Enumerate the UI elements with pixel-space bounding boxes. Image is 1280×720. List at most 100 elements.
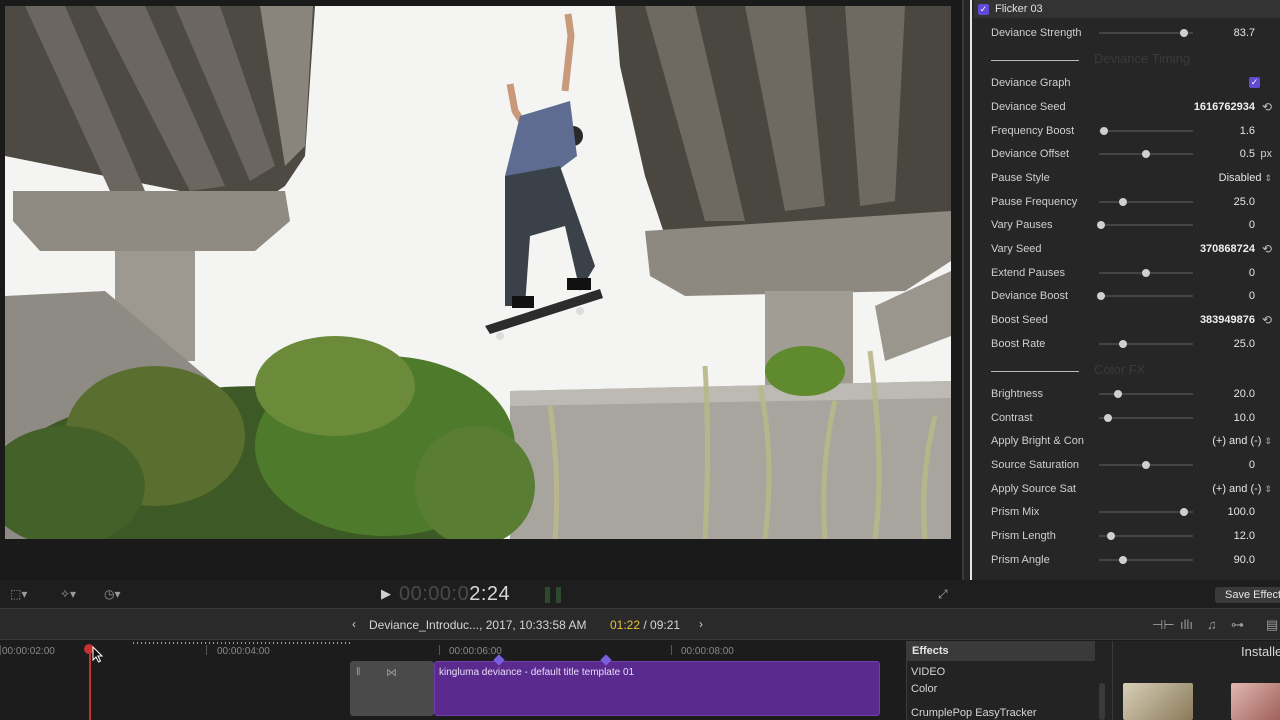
param-value[interactable]: 25.0	[1234, 338, 1255, 350]
effects-category-video[interactable]: VIDEO	[911, 666, 945, 678]
param-value[interactable]: 0	[1249, 219, 1255, 231]
param-extend-pauses[interactable]: Extend Pauses 0	[991, 264, 1280, 282]
param-popup[interactable]: Disabled ⇕	[1219, 172, 1272, 184]
param-prism-angle[interactable]: Prism Angle 90.0	[991, 551, 1280, 569]
param-source-saturation[interactable]: Source Saturation 0	[991, 456, 1280, 474]
reset-icon[interactable]: ⟲	[1262, 242, 1272, 256]
param-slider[interactable]	[1099, 127, 1193, 135]
param-slider[interactable]	[1099, 269, 1193, 277]
slider-knob[interactable]	[1113, 390, 1122, 398]
param-value[interactable]: 0	[1249, 459, 1255, 471]
slider-knob[interactable]	[1099, 127, 1108, 135]
effects-item-crumplepop[interactable]: CrumplePop EasyTracker	[911, 707, 1037, 719]
timeline[interactable]: 00:00:02:00 00:00:04:00 00:00:06:00 00:0…	[0, 641, 906, 720]
param-contrast[interactable]: Contrast 10.0	[991, 409, 1280, 427]
param-slider[interactable]	[1099, 198, 1193, 206]
param-value[interactable]: 1616762934	[1194, 101, 1255, 113]
param-deviance-strength[interactable]: Deviance Strength 83.7	[991, 24, 1280, 42]
play-icon[interactable]: ▶	[381, 586, 391, 602]
slider-knob[interactable]	[1118, 340, 1127, 348]
browser-toggle-icon[interactable]: ▤	[1266, 617, 1278, 633]
effect-enable-checkbox[interactable]: ✓	[978, 3, 989, 15]
param-value[interactable]: 383949876	[1200, 314, 1255, 326]
effects-scrollbar[interactable]	[1099, 683, 1105, 720]
param-value[interactable]: 10.0	[1234, 412, 1255, 424]
param-value[interactable]: 83.7	[1234, 27, 1255, 39]
param-brightness[interactable]: Brightness 20.0	[991, 385, 1280, 403]
slider-knob[interactable]	[1104, 414, 1113, 422]
param-slider[interactable]	[1099, 390, 1193, 398]
param-value[interactable]: 0	[1249, 290, 1255, 302]
param-deviance-boost[interactable]: Deviance Boost 0	[991, 287, 1280, 305]
param-value[interactable]: 25.0	[1234, 196, 1255, 208]
param-value[interactable]: 1.6	[1240, 125, 1255, 137]
param-pause-style[interactable]: Pause Style Disabled ⇕	[991, 169, 1280, 187]
param-pause-frequency[interactable]: Pause Frequency 25.0	[991, 193, 1280, 211]
speed-gauge-icon[interactable]: ◷▾	[104, 587, 121, 601]
param-boost-seed[interactable]: Boost Seed 383949876 ⟲	[991, 311, 1280, 329]
param-vary-seed[interactable]: Vary Seed 370868724 ⟲	[991, 240, 1280, 258]
param-slider[interactable]	[1099, 340, 1193, 348]
param-vary-pauses[interactable]: Vary Pauses 0	[991, 216, 1280, 234]
param-deviance-seed[interactable]: Deviance Seed 1616762934 ⟲	[991, 98, 1280, 116]
title-clip[interactable]: kingluma deviance - default title templa…	[434, 661, 880, 716]
fullscreen-icon[interactable]: ⤢	[938, 587, 948, 602]
slider-knob[interactable]	[1179, 508, 1188, 516]
param-value[interactable]: 12.0	[1234, 530, 1255, 542]
enhance-wand-icon[interactable]: ✧▾	[60, 587, 76, 601]
param-slider[interactable]	[1099, 532, 1193, 540]
param-value[interactable]: 100.0	[1227, 506, 1255, 518]
param-slider[interactable]	[1099, 414, 1193, 422]
audio-waveform-icon[interactable]: ıllı	[1180, 617, 1193, 632]
param-apply-source-sat[interactable]: Apply Source Sat (+) and (-) ⇕	[991, 480, 1280, 498]
timecode-display[interactable]: 00:00:02:24	[399, 583, 510, 606]
effects-item-color[interactable]: Color	[911, 683, 937, 695]
param-apply-bright-con[interactable]: Apply Bright & Con (+) and (-) ⇕	[991, 432, 1280, 450]
param-slider[interactable]	[1096, 292, 1193, 300]
param-value[interactable]: 370868724	[1200, 243, 1255, 255]
param-value[interactable]: 90.0	[1234, 554, 1255, 566]
clip-skimming-icon[interactable]: ⊣⊢	[1152, 617, 1175, 633]
snapping-icon[interactable]: ⊶	[1231, 617, 1244, 633]
param-slider[interactable]	[1099, 556, 1193, 564]
slider-knob[interactable]	[1142, 150, 1150, 158]
effect-header[interactable]: ✓ Flicker 03	[974, 0, 1280, 18]
slider-knob[interactable]	[1118, 556, 1127, 564]
video-frame[interactable]	[5, 6, 951, 539]
param-popup[interactable]: (+) and (-) ⇕	[1212, 435, 1272, 447]
param-slider[interactable]	[1096, 221, 1193, 229]
slider-knob[interactable]	[1096, 292, 1105, 300]
param-frequency-boost[interactable]: Frequency Boost 1.6	[991, 122, 1280, 140]
effect-thumbnail[interactable]	[1231, 683, 1280, 720]
param-slider[interactable]	[1099, 508, 1193, 516]
param-prism-mix[interactable]: Prism Mix 100.0	[991, 503, 1280, 521]
playhead[interactable]	[89, 645, 91, 720]
history-back-icon[interactable]: ‹	[352, 617, 356, 631]
timeline-ruler[interactable]: 00:00:02:00 00:00:04:00 00:00:06:00 00:0…	[0, 641, 906, 663]
save-effect-button[interactable]: Save Effect	[1215, 587, 1280, 603]
slider-knob[interactable]	[1179, 29, 1188, 37]
history-forward-icon[interactable]: ›	[699, 617, 703, 631]
param-deviance-offset[interactable]: Deviance Offset 0.5 px	[991, 145, 1280, 163]
param-value[interactable]: 0	[1249, 267, 1255, 279]
slider-knob[interactable]	[1118, 198, 1127, 206]
reset-icon[interactable]: ⟲	[1262, 100, 1272, 114]
param-prism-length[interactable]: Prism Length 12.0	[991, 527, 1280, 545]
effect-thumbnail[interactable]	[1123, 683, 1193, 720]
param-value[interactable]: 20.0	[1234, 388, 1255, 400]
slider-knob[interactable]	[1142, 269, 1150, 277]
slider-knob[interactable]	[1142, 461, 1150, 469]
param-value[interactable]: 0.5	[1240, 148, 1255, 160]
slider-knob[interactable]	[1096, 221, 1105, 229]
param-slider[interactable]	[1099, 150, 1193, 158]
transform-icon[interactable]: ⬚▾	[10, 587, 27, 601]
headphones-icon[interactable]: ♫	[1207, 617, 1217, 632]
param-boost-rate[interactable]: Boost Rate 25.0	[991, 335, 1280, 353]
reset-icon[interactable]: ⟲	[1262, 313, 1272, 327]
slider-knob[interactable]	[1107, 532, 1116, 540]
param-slider[interactable]	[1099, 461, 1193, 469]
param-popup[interactable]: (+) and (-) ⇕	[1212, 483, 1272, 495]
gap-clip[interactable]: ‖ ⋈	[350, 661, 434, 716]
param-checkbox[interactable]: ✓	[1249, 77, 1260, 88]
param-deviance-graph[interactable]: Deviance Graph ✓	[991, 74, 1280, 92]
